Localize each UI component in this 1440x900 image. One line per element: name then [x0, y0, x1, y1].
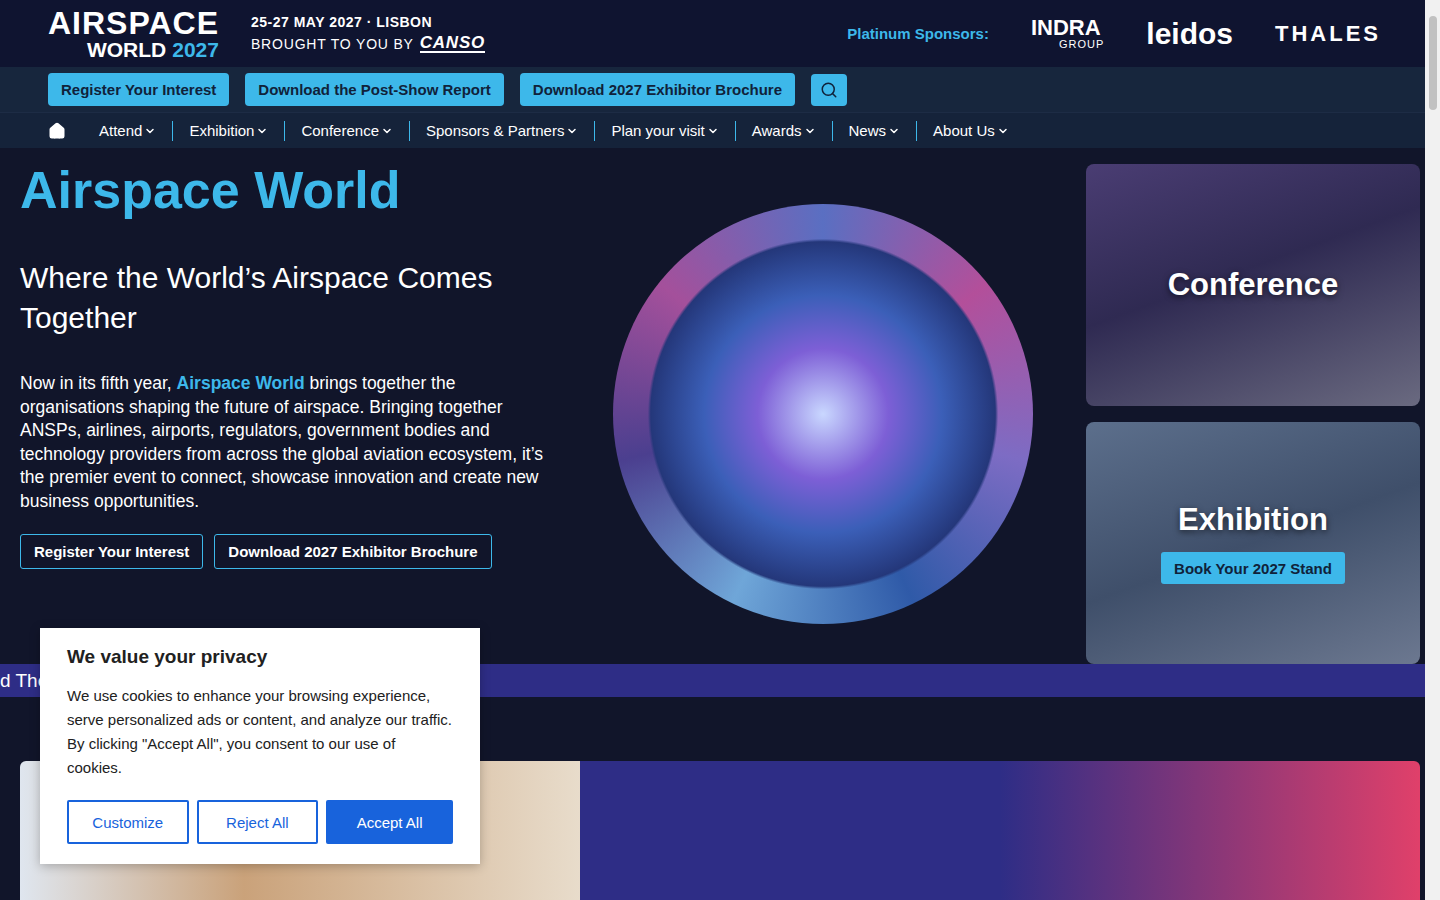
page: AIRSPACEWORLD2027 25-27 MAY 2027 · LISBON…	[0, 0, 1440, 900]
nav-item[interactable]: News	[832, 121, 917, 141]
globe-image	[613, 204, 1033, 624]
hero-button[interactable]: Download 2027 Exhibitor Brochure	[214, 534, 491, 569]
search-button[interactable]	[811, 74, 847, 106]
feature-card[interactable]: Conference	[1086, 164, 1420, 406]
nav-item[interactable]: Exhibition	[172, 121, 284, 141]
chevron-icon	[997, 125, 1009, 137]
home-icon	[48, 122, 66, 140]
cookie-button[interactable]: Accept All	[326, 800, 453, 844]
hero-subtitle: Where the World’s Airspace Comes Togethe…	[20, 258, 560, 338]
chevron-icon	[256, 125, 268, 137]
hero-button[interactable]: Register Your Interest	[20, 534, 203, 569]
organiser: BROUGHT TO YOU BYCANSO	[251, 34, 485, 53]
section-card	[580, 761, 1420, 900]
cookie-title: We value your privacy	[67, 646, 453, 668]
event-dates: 25-27 MAY 2027 · LISBON	[251, 14, 485, 30]
chevron-icon	[707, 125, 719, 137]
nav-item[interactable]: Conference	[284, 121, 409, 141]
site-header: AIRSPACEWORLD2027 25-27 MAY 2027 · LISBON…	[0, 0, 1425, 67]
chevron-icon	[888, 125, 900, 137]
hero-visual	[560, 164, 1086, 664]
cookie-button[interactable]: Customize	[67, 800, 189, 844]
hero-buttons: Register Your Interest Download 2027 Exhi…	[20, 534, 560, 569]
event-info: 25-27 MAY 2027 · LISBON BROUGHT TO YOU BY…	[251, 14, 485, 53]
event-logo[interactable]: AIRSPACEWORLD2027	[48, 7, 219, 60]
sponsor-logo[interactable]: THALES	[1275, 23, 1381, 45]
home-link[interactable]	[48, 122, 66, 140]
cookie-text: We use cookies to enhance your browsing …	[67, 684, 453, 780]
card-title: Conference	[1168, 267, 1339, 303]
cookie-button[interactable]: Reject All	[197, 800, 319, 844]
chevron-icon	[381, 125, 393, 137]
feature-cards: Conference Exhibition Book Your 2027 Stand	[1086, 164, 1420, 664]
hero-intro: Now in its fifth year, Airspace World br…	[20, 372, 560, 513]
nav-item[interactable]: Attend	[99, 121, 172, 141]
hero-text: Airspace World Where the World’s Airspace…	[20, 164, 560, 664]
sponsors-label: Platinum Sponsors:	[847, 25, 989, 42]
cookie-dialog: We value your privacy We use cookies to e…	[40, 628, 480, 864]
intro-link[interactable]: Airspace World	[177, 373, 305, 393]
card-title: Exhibition	[1178, 502, 1328, 538]
hero-title: Airspace World	[20, 164, 560, 216]
chevron-icon	[144, 125, 156, 137]
canso-logo[interactable]: CANSO	[420, 34, 485, 53]
scrollbar[interactable]	[1425, 0, 1440, 900]
nav-item[interactable]: Plan your visit	[594, 121, 734, 141]
cta-button[interactable]: Download the Post-Show Report	[245, 73, 504, 106]
chevron-icon	[566, 125, 578, 137]
cta-bar: Register Your Interest Download the Post-…	[0, 67, 1425, 112]
sponsor-logo[interactable]: leidos	[1146, 19, 1233, 49]
feature-card[interactable]: Exhibition Book Your 2027 Stand	[1086, 422, 1420, 664]
nav-item[interactable]: About Us	[916, 121, 1025, 141]
cta-button[interactable]: Register Your Interest	[48, 73, 229, 106]
main-nav: AttendExhibitionConferenceSponsors & Par…	[0, 112, 1425, 148]
sponsor-logo[interactable]: INDRAGROUP	[1031, 17, 1104, 50]
sponsors: Platinum Sponsors: INDRAGROUP leidos THALES	[847, 17, 1381, 50]
cookie-buttons: CustomizeReject AllAccept All	[67, 800, 453, 844]
scrollbar-thumb[interactable]	[1429, 16, 1437, 110]
cta-button[interactable]: Download 2027 Exhibitor Brochure	[520, 73, 795, 106]
card-button[interactable]: Book Your 2027 Stand	[1161, 552, 1345, 584]
search-icon	[820, 81, 838, 99]
nav-item[interactable]: Sponsors & Partners	[409, 121, 594, 141]
chevron-icon	[804, 125, 816, 137]
nav-item[interactable]: Awards	[735, 121, 832, 141]
hero: Airspace World Where the World’s Airspace…	[0, 148, 1425, 664]
